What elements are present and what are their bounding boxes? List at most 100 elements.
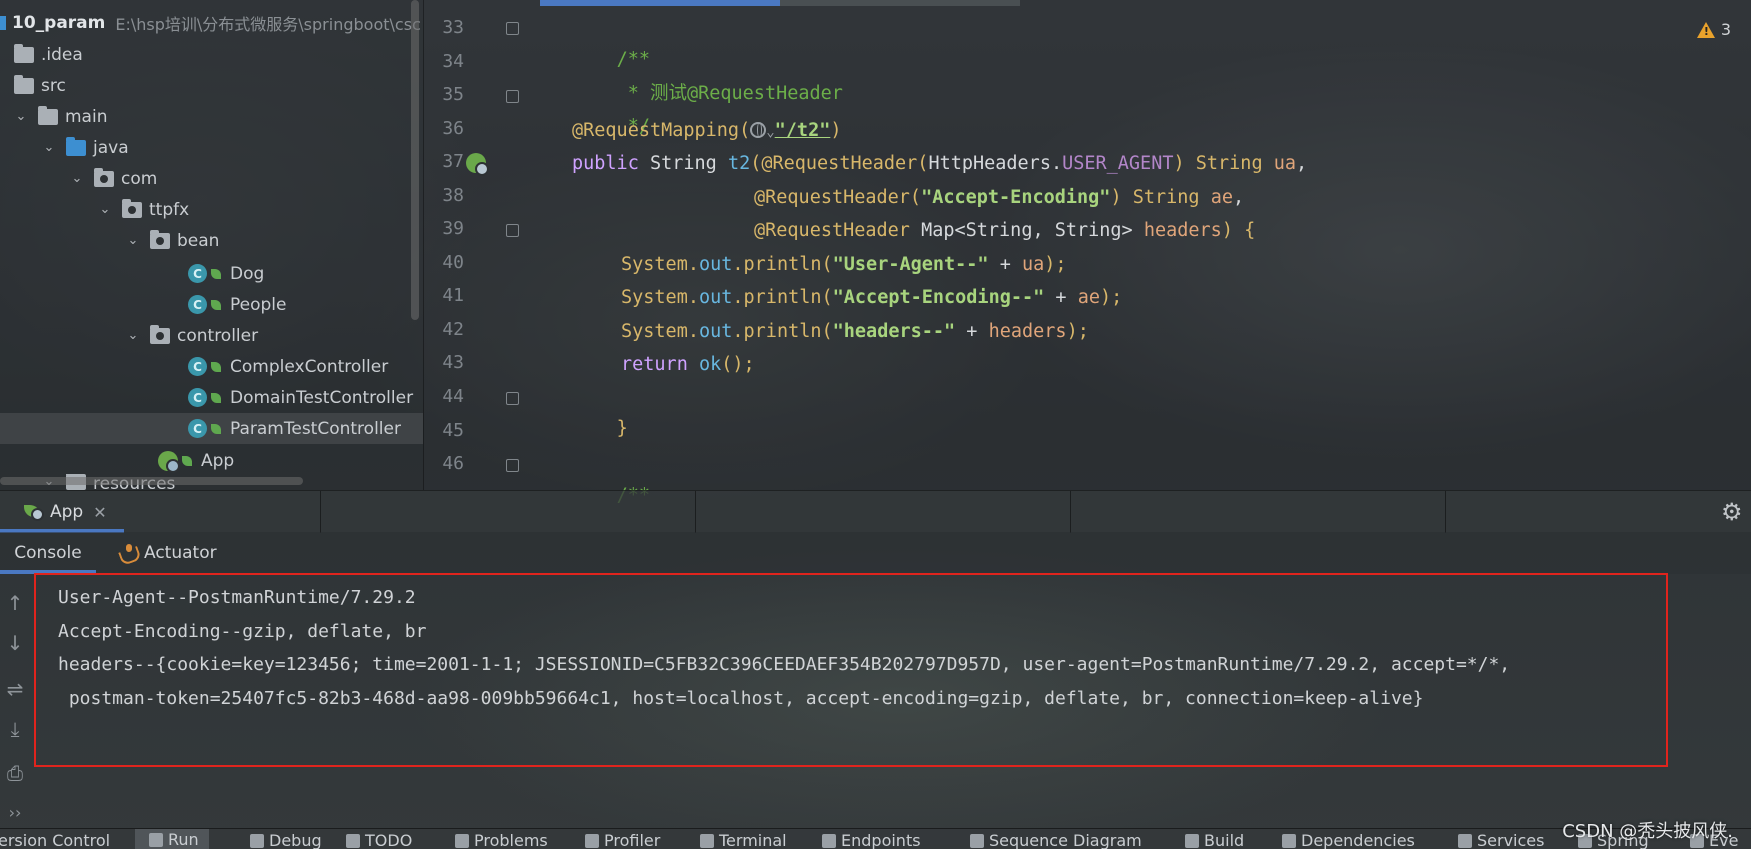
code-token: ) String (1173, 153, 1274, 174)
fold-marker-icon[interactable] (506, 224, 519, 237)
tree-item-complex-controller[interactable]: C ComplexController (188, 351, 388, 382)
chevron-down-icon[interactable]: ⌄ (14, 109, 28, 124)
fold-marker-icon[interactable] (506, 392, 519, 405)
endpoint-gutter-icon[interactable] (466, 153, 489, 176)
tab-label: Actuator (144, 543, 217, 563)
soft-wrap-icon[interactable]: ⇌ (4, 678, 26, 700)
run-tab-app[interactable]: App ✕ (0, 491, 124, 533)
chevron-down-icon[interactable]: ⌄ (42, 140, 56, 155)
code-token: @RequestMapping( (572, 120, 751, 141)
code-token: ae (1077, 287, 1100, 308)
chevron-down-icon[interactable]: ⌄ (98, 202, 112, 217)
code-token: out (698, 254, 733, 275)
tree-item-main[interactable]: ⌄ main (14, 101, 107, 132)
arrow-down-icon[interactable]: ↓ (4, 632, 26, 654)
project-horizontal-scrollbar[interactable] (0, 477, 303, 485)
chevron-down-icon[interactable]: ⌄ (126, 233, 140, 248)
code-token: HttpHeaders. (928, 153, 1063, 174)
tool-terminal[interactable]: Terminal (700, 832, 787, 849)
tree-item-dog[interactable]: C Dog (188, 258, 264, 289)
tool-todo[interactable]: TODO (346, 832, 412, 849)
tab-actuator[interactable]: Actuator (118, 532, 217, 574)
chevron-down-icon[interactable]: ⌄ (126, 328, 140, 343)
code-token[interactable]: "/t2" (775, 120, 831, 141)
tree-item-idea[interactable]: .idea (14, 39, 83, 70)
tool-label: Dependencies (1301, 831, 1415, 849)
project-name: 10_param (12, 12, 106, 33)
chevron-down-icon[interactable]: ⌄ (766, 124, 774, 140)
tree-item-controller[interactable]: ⌄ controller (126, 320, 258, 351)
tree-item-bean[interactable]: ⌄ bean (126, 225, 219, 256)
tool-label: Endpoints (841, 831, 921, 849)
warnings-indicator[interactable]: ! 3 (1696, 20, 1731, 39)
chevron-down-icon[interactable]: ⌄ (70, 171, 84, 186)
code-token: headers (1143, 220, 1222, 241)
close-icon[interactable]: ✕ (93, 503, 106, 522)
tree-item-label: src (41, 75, 66, 96)
class-icon: C (188, 264, 207, 283)
tree-item-domain-test-controller[interactable]: C DomainTestController (188, 382, 413, 413)
services-icon (1458, 834, 1472, 848)
tree-item-java[interactable]: ⌄ java (42, 132, 129, 163)
tool-debug[interactable]: Debug (250, 832, 322, 849)
tree-item-param-test-controller[interactable]: C ParamTestController (0, 413, 423, 444)
arrow-up-icon[interactable]: ↑ (4, 592, 26, 614)
tree-item-src[interactable]: src (14, 70, 66, 101)
code-token: USER_AGENT (1062, 153, 1174, 174)
globe-icon[interactable] (750, 122, 767, 138)
spring-boot-app-icon (158, 450, 180, 473)
tool-build[interactable]: Build (1185, 832, 1244, 849)
tree-item-label: DomainTestController (230, 387, 414, 408)
tree-item-app[interactable]: App (158, 445, 234, 476)
watermark: CSDN @秃头披风侠. (1562, 821, 1733, 842)
spring-leaf-icon (211, 361, 221, 372)
tool-problems[interactable]: Problems (455, 832, 548, 849)
tree-item-label: App (201, 450, 235, 471)
tool-label: Problems (474, 831, 548, 849)
code-line-43: return ok(); (621, 350, 755, 380)
fold-marker-icon[interactable] (506, 90, 519, 103)
tool-run[interactable]: Run (135, 829, 209, 849)
code-token: public (572, 153, 639, 174)
tree-item-label: People (230, 294, 287, 315)
tool-endpoints[interactable]: Endpoints (822, 832, 921, 849)
project-root[interactable]: 10_param E:\hsp培训\分布式微服务\springboot\csc (0, 7, 421, 38)
package-icon (150, 324, 170, 344)
project-vertical-scrollbar[interactable] (411, 0, 419, 320)
fold-marker-icon[interactable] (506, 22, 519, 35)
code-token: @RequestHeader (754, 220, 910, 241)
scroll-to-end-icon[interactable]: ⤓ (4, 718, 26, 740)
line-number: 43 (442, 352, 464, 373)
tree-item-ttpfx[interactable]: ⌄ ttpfx (98, 194, 189, 225)
tool-version-control[interactable]: ersion Control (0, 832, 110, 849)
gear-icon[interactable]: ⚙ (1721, 500, 1745, 524)
more-icon[interactable]: ›› (4, 802, 26, 824)
tool-dependencies[interactable]: Dependencies (1282, 832, 1415, 849)
tab-console[interactable]: Console (0, 532, 96, 574)
warning-count: 3 (1720, 20, 1731, 39)
divider (320, 491, 321, 533)
line-number: 33 (442, 17, 464, 38)
line-number: 39 (442, 218, 464, 239)
folder-icon (38, 105, 58, 125)
fold-marker-icon[interactable] (506, 459, 519, 472)
warning-icon: ! (1696, 21, 1715, 38)
tree-item-com[interactable]: ⌄ com (70, 163, 157, 194)
tool-services[interactable]: Services (1458, 832, 1544, 849)
code-token: out (698, 287, 733, 308)
class-icon: C (188, 295, 207, 314)
code-token: , (1296, 153, 1308, 174)
class-icon: C (188, 357, 207, 376)
line-number: 46 (442, 453, 464, 474)
tool-sequence-diagram[interactable]: Sequence Diagram (970, 832, 1142, 849)
line-number: 40 (442, 252, 464, 273)
tool-profiler[interactable]: Profiler (585, 832, 660, 849)
tree-item-people[interactable]: C People (188, 289, 286, 320)
print-icon[interactable]: ⎙ (4, 762, 26, 784)
code-editor[interactable]: ! 3 33 34 35 36 37 38 39 40 41 42 43 44 … (424, 0, 1751, 506)
spring-leaf-icon (211, 299, 221, 310)
code-token: ok (687, 354, 722, 375)
code-line-34: * 测试@RequestHeader (572, 49, 843, 104)
folder-icon (14, 74, 34, 94)
build-icon (1185, 834, 1199, 848)
